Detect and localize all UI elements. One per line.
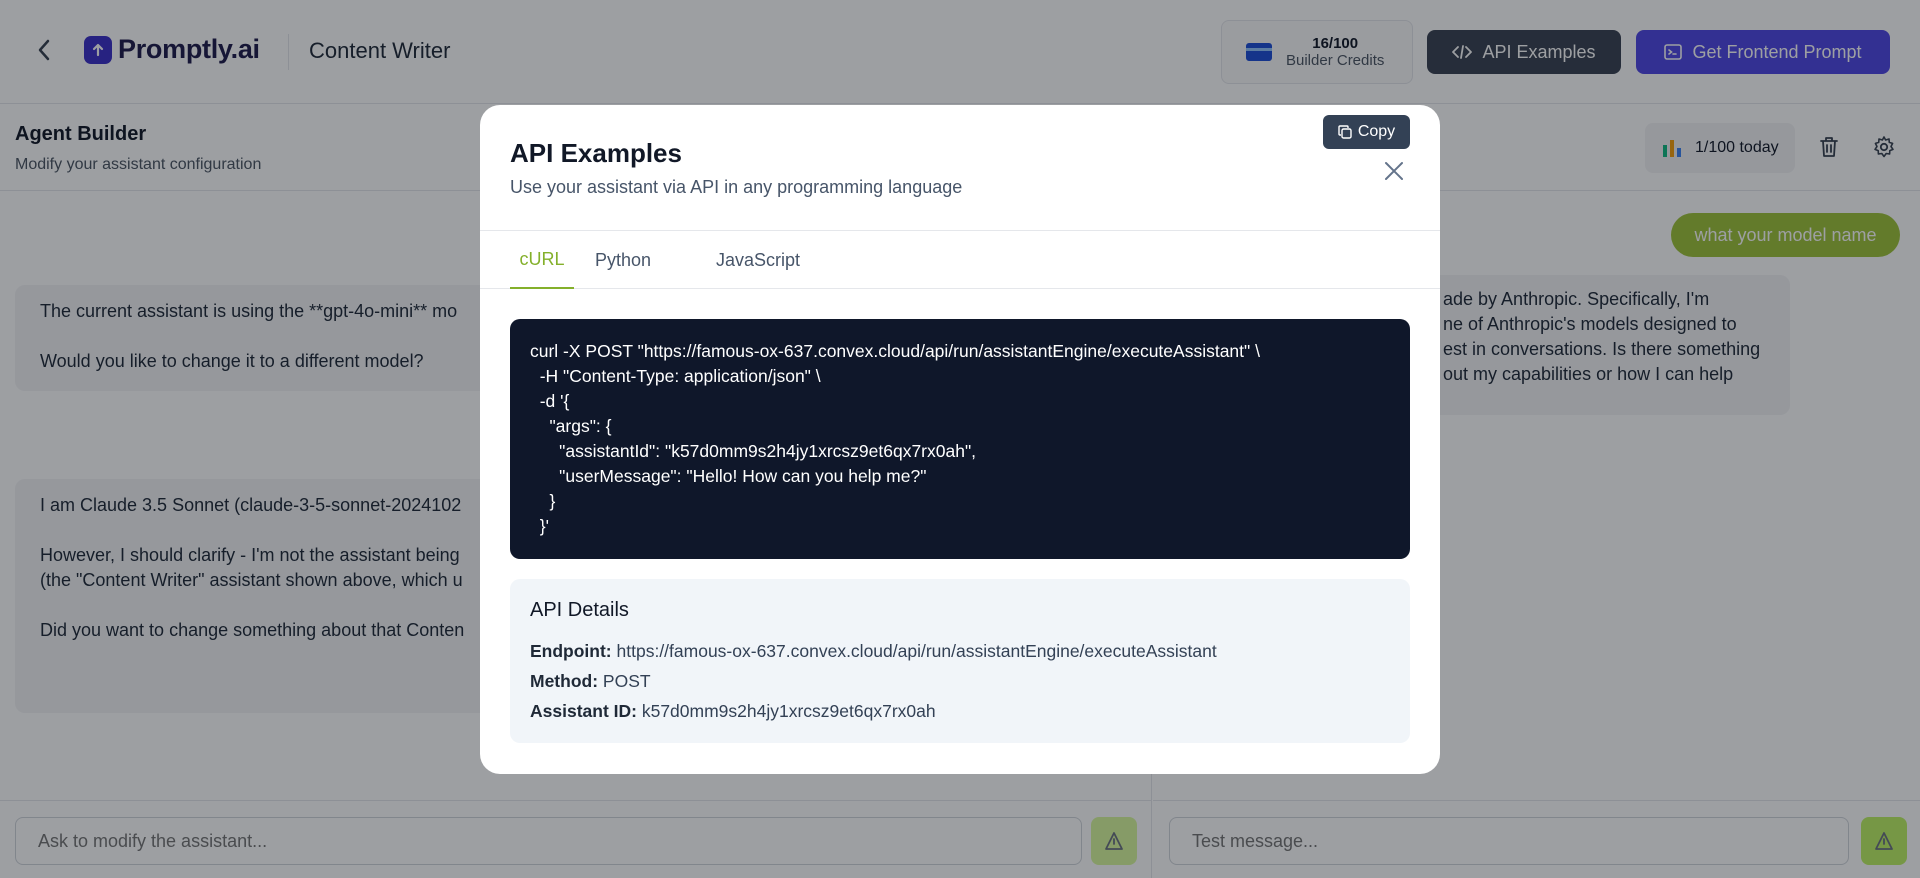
copy-button[interactable]: Copy <box>1323 115 1410 149</box>
code-line: "assistantId": "k57d0mm9s2h4jy1xrcsz9et6… <box>530 441 977 461</box>
code-line: -H "Content-Type: application/json" \ <box>530 366 821 386</box>
code-line: "userMessage": "Hello! How can you help … <box>530 466 927 486</box>
tab-javascript[interactable]: JavaScript <box>713 231 803 289</box>
endpoint-row: Endpoint: https://famous-ox-637.convex.c… <box>530 636 1390 666</box>
api-details: API Details Endpoint: https://famous-ox-… <box>510 579 1410 743</box>
code-example: curl -X POST "https://famous-ox-637.conv… <box>510 319 1410 559</box>
copy-icon <box>1338 125 1352 139</box>
endpoint-label: Endpoint: <box>530 641 612 661</box>
api-examples-modal: API Examples Use your assistant via API … <box>480 105 1440 774</box>
method-label: Method: <box>530 671 599 691</box>
assistant-id-label: Assistant ID: <box>530 701 637 721</box>
modal-close-button[interactable] <box>1380 157 1408 185</box>
assistant-id-row: Assistant ID: k57d0mm9s2h4jy1xrcsz9et6qx… <box>530 696 1390 726</box>
code-line: curl -X POST "https://famous-ox-637.conv… <box>530 341 1260 361</box>
api-details-title: API Details <box>530 599 629 621</box>
close-icon <box>1385 162 1403 180</box>
tab-python[interactable]: Python <box>594 231 652 289</box>
code-line: "args": { <box>530 416 612 436</box>
language-tabs: cURL Python JavaScript <box>480 231 1440 289</box>
modal-title: API Examples <box>510 138 682 168</box>
method-value: POST <box>602 671 651 691</box>
modal-subtitle: Use your assistant via API in any progra… <box>510 177 963 197</box>
code-line: }' <box>530 516 549 536</box>
method-row: Method: POST <box>530 666 1390 696</box>
endpoint-value: https://famous-ox-637.convex.cloud/api/r… <box>616 641 1217 661</box>
code-line: } <box>530 491 556 511</box>
code-line: -d '{ <box>530 391 570 411</box>
copy-label: Copy <box>1357 123 1396 140</box>
tab-curl[interactable]: cURL <box>510 231 574 289</box>
assistant-id-value: k57d0mm9s2h4jy1xrcsz9et6qx7rx0ah <box>641 701 936 721</box>
